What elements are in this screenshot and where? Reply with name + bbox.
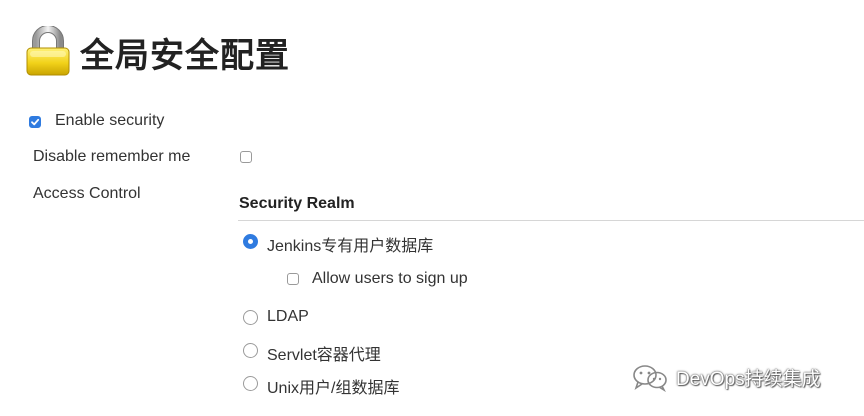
lock-icon (24, 25, 72, 76)
enable-security-label: Enable security (55, 112, 165, 129)
realm-servlet-label: Servlet容器代理 (267, 347, 381, 364)
disable-remember-me-label: Disable remember me (33, 148, 191, 165)
section-divider (238, 220, 864, 221)
watermark-text: DevOps持续集成 (676, 368, 821, 390)
disable-remember-me-checkbox[interactable] (240, 151, 252, 163)
checkmark-icon (31, 118, 40, 126)
enable-security-checkbox[interactable] (29, 116, 41, 128)
security-realm-title: Security Realm (239, 195, 355, 212)
realm-ldap-radio[interactable] (243, 310, 258, 325)
page-title: 全局安全配置 (80, 36, 290, 76)
realm-ldap-label: LDAP (267, 308, 309, 325)
watermark: DevOps持续集成 (630, 362, 821, 392)
allow-signup-checkbox[interactable] (287, 273, 299, 285)
realm-servlet-radio[interactable] (243, 343, 258, 358)
realm-jenkins-db-radio[interactable] (243, 234, 258, 249)
wechat-icon (633, 365, 667, 392)
access-control-label: Access Control (33, 185, 141, 202)
realm-jenkins-db-label: Jenkins专有用户数据库 (267, 238, 434, 255)
realm-unix-label: Unix用户/组数据库 (267, 380, 400, 397)
realm-unix-radio[interactable] (243, 376, 258, 391)
allow-signup-label: Allow users to sign up (312, 270, 468, 287)
